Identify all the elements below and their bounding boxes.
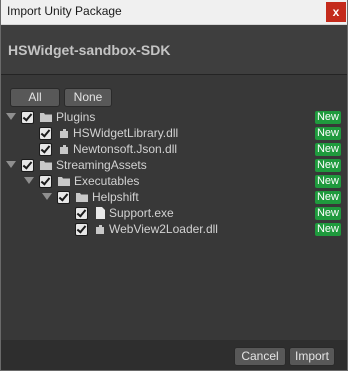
tree-item-label: Newtonsoft.Json.dll xyxy=(73,142,178,156)
package-tree: Plugins New HSWidgetLibrary.dll New Newt… xyxy=(1,110,347,238)
dialog-footer: Cancel Import xyxy=(1,340,347,370)
tree-item-label: Support.exe xyxy=(109,206,174,220)
checkbox[interactable] xyxy=(57,191,70,204)
select-none-button[interactable]: None xyxy=(64,88,112,107)
checkbox[interactable] xyxy=(75,223,88,236)
checkbox[interactable] xyxy=(39,175,52,188)
new-badge: New xyxy=(315,143,341,156)
tree-row-streamingassets[interactable]: StreamingAssets New xyxy=(1,158,347,174)
tree-row-executables[interactable]: Executables New xyxy=(1,174,347,190)
new-badge: New xyxy=(315,223,341,236)
dll-icon xyxy=(60,129,68,138)
checkbox[interactable] xyxy=(21,111,34,124)
tree-row-support-exe[interactable]: Support.exe New xyxy=(1,206,347,222)
dll-icon xyxy=(60,145,68,154)
new-badge: New xyxy=(315,111,341,124)
tree-item-label: Executables xyxy=(74,174,140,188)
folder-icon xyxy=(76,193,88,202)
folder-icon xyxy=(40,113,52,122)
title-bar[interactable]: Import Unity Package x xyxy=(1,0,347,25)
checkbox[interactable] xyxy=(75,207,88,220)
close-button[interactable]: x xyxy=(326,2,346,22)
cancel-button[interactable]: Cancel xyxy=(234,347,286,366)
tree-item-label: StreamingAssets xyxy=(56,158,147,172)
foldout-arrow-icon[interactable] xyxy=(42,193,52,200)
package-header: HSWidget-sandbox-SDK xyxy=(1,25,347,75)
foldout-arrow-icon[interactable] xyxy=(24,177,34,184)
dll-icon xyxy=(96,225,104,234)
new-badge: New xyxy=(315,175,341,188)
checkbox[interactable] xyxy=(39,143,52,156)
foldout-arrow-icon[interactable] xyxy=(6,161,16,168)
checkbox[interactable] xyxy=(39,127,52,140)
window-title: Import Unity Package xyxy=(7,4,122,18)
tree-item-label: Helpshift xyxy=(92,190,139,204)
tree-row-helpshift[interactable]: Helpshift New xyxy=(1,190,347,206)
import-package-dialog: Import Unity Package x HSWidget-sandbox-… xyxy=(0,0,348,371)
new-badge: New xyxy=(315,207,341,220)
new-badge: New xyxy=(315,159,341,172)
new-badge: New xyxy=(315,127,341,140)
tree-row-newtonsoft[interactable]: Newtonsoft.Json.dll New xyxy=(1,142,347,158)
new-badge: New xyxy=(315,191,341,204)
tree-row-webview2loader[interactable]: WebView2Loader.dll New xyxy=(1,222,347,238)
select-all-button[interactable]: All xyxy=(10,88,60,107)
foldout-arrow-icon[interactable] xyxy=(6,113,16,120)
import-button[interactable]: Import xyxy=(289,347,335,366)
folder-icon xyxy=(40,161,52,170)
package-name: HSWidget-sandbox-SDK xyxy=(8,42,171,58)
tree-row-hswidgetlibrary[interactable]: HSWidgetLibrary.dll New xyxy=(1,126,347,142)
folder-icon xyxy=(58,177,70,186)
tree-item-label: Plugins xyxy=(56,110,96,124)
tree-item-label: WebView2Loader.dll xyxy=(109,222,218,236)
checkbox[interactable] xyxy=(21,159,34,172)
tree-item-label: HSWidgetLibrary.dll xyxy=(73,126,179,140)
file-icon xyxy=(96,207,105,219)
tree-row-plugins[interactable]: Plugins New xyxy=(1,110,347,126)
